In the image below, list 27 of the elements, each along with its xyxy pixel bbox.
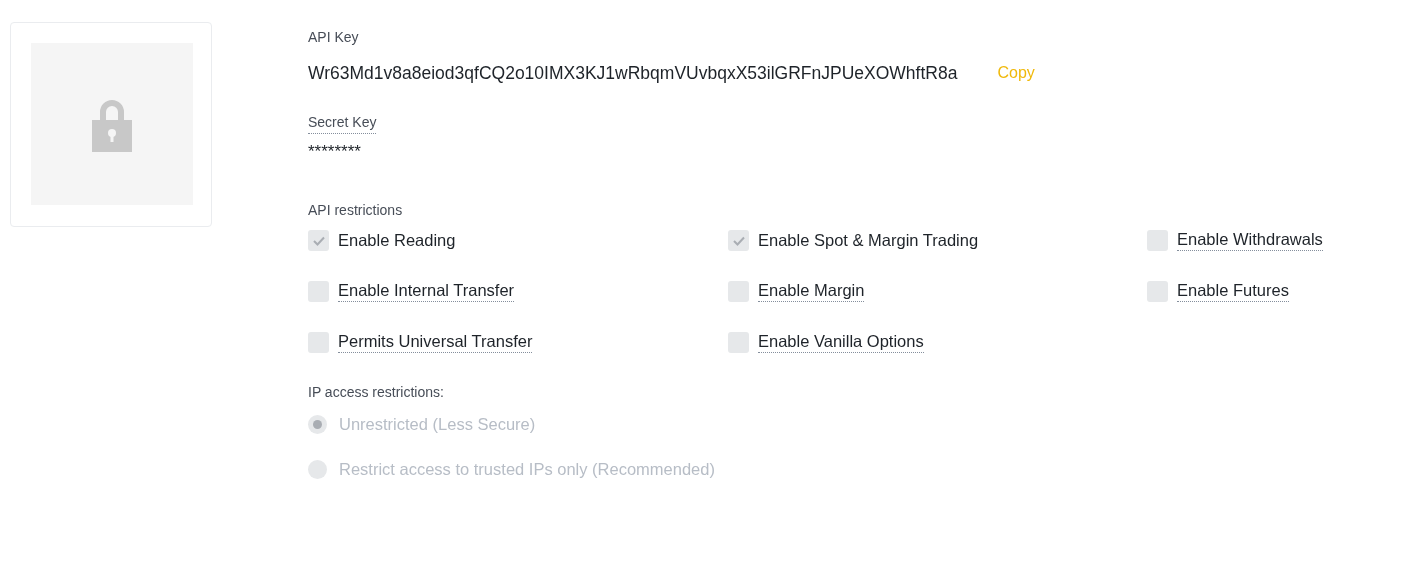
api-key-value: Wr63Md1v8a8eiod3qfCQ2o10IMX3KJ1wRbqmVUvbqxX53ilGRFnJPUeXOWhftR8a <box>308 62 958 84</box>
checkbox-label: Enable Vanilla Options <box>758 332 924 353</box>
checkmark-icon <box>732 235 745 246</box>
checkbox-label: Enable Margin <box>758 281 865 302</box>
api-restrictions-label: API restrictions <box>308 202 403 218</box>
checkbox[interactable] <box>1147 230 1168 251</box>
checkbox[interactable] <box>728 230 749 251</box>
checkbox-label: Enable Internal Transfer <box>338 281 515 302</box>
checkbox[interactable] <box>308 332 329 353</box>
checkbox[interactable] <box>308 230 329 251</box>
secret-key-label: Secret Key <box>308 114 377 134</box>
copy-link[interactable]: Copy <box>997 64 1035 82</box>
checkbox[interactable] <box>728 281 749 302</box>
checkbox-label: Enable Futures <box>1177 281 1289 302</box>
secret-key-value: ******** <box>308 142 362 162</box>
checkbox-label: Enable Withdrawals <box>1177 230 1323 251</box>
api-key-label: API Key <box>308 29 359 45</box>
checkbox-label: Enable Reading <box>338 230 456 251</box>
radio-label: Unrestricted (Less Secure) <box>339 414 536 434</box>
checkmark-icon <box>312 235 325 246</box>
checkbox-label: Enable Spot & Margin Trading <box>758 230 979 251</box>
checkbox[interactable] <box>1147 281 1168 302</box>
radio-label: Restrict access to trusted IPs only (Recommended) <box>339 459 715 479</box>
checkbox-label: Permits Universal Transfer <box>338 332 533 353</box>
ip-restrictions-label: IP access restrictions: <box>308 384 444 400</box>
checkbox[interactable] <box>728 332 749 353</box>
checkbox[interactable] <box>308 281 329 302</box>
